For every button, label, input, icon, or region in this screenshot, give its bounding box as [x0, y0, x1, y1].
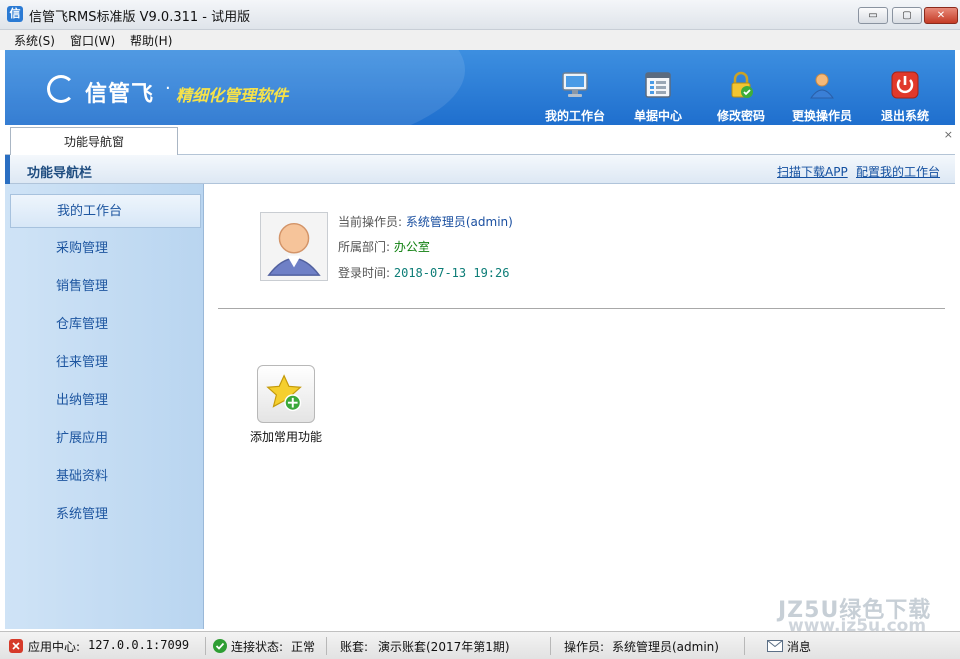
sidebar-item-system-admin[interactable]: 系统管理 — [10, 498, 201, 532]
avatar — [260, 212, 328, 281]
account-set-value: 演示账套(2017年第1期) — [378, 640, 510, 654]
operator-status-value: 系统管理员(admin) — [612, 640, 719, 654]
sidebar-item-accounts[interactable]: 往来管理 — [10, 346, 201, 380]
sidebar-item-sales[interactable]: 销售管理 — [10, 270, 201, 304]
connection-ok-icon — [213, 639, 227, 653]
window-title: 信管飞RMS标准版 V9.0.311 - 试用版 — [29, 10, 251, 25]
app-center-label: 应用中心: — [28, 640, 81, 654]
app-center-icon — [9, 639, 23, 653]
login-time-label: 登录时间: — [338, 266, 391, 280]
department-row: 所属部门: 办公室 — [338, 238, 430, 255]
sidebar-item-warehouse[interactable]: 仓库管理 — [10, 308, 201, 342]
document-list-icon — [645, 72, 671, 98]
status-separator — [550, 637, 551, 655]
operator-label: 当前操作员: — [338, 215, 403, 229]
app-logo-icon: 信 — [7, 6, 23, 22]
title-bar: 信 信管飞RMS标准版 V9.0.311 - 试用版 ▭ ▢ ✕ — [0, 0, 960, 30]
menu-system[interactable]: 系统(S) — [14, 32, 55, 49]
sidebar-item-cashier[interactable]: 出纳管理 — [10, 384, 201, 418]
maximize-button[interactable]: ▢ — [892, 7, 922, 24]
navigation-title: 功能导航栏 — [27, 166, 93, 181]
lock-icon — [731, 71, 753, 98]
status-separator — [326, 637, 327, 655]
user-icon — [810, 73, 834, 99]
brand-logo-icon — [47, 75, 75, 103]
operator-row: 当前操作员: 系统管理员(admin) — [338, 213, 513, 230]
brand-logo-text: 信管飞 — [85, 82, 155, 107]
login-time-value: 2018-07-13 19:26 — [393, 266, 510, 280]
content-divider — [218, 308, 945, 309]
close-tab-icon[interactable]: × — [944, 128, 953, 141]
sidebar: 我的工作台 采购管理 销售管理 仓库管理 往来管理 出纳管理 扩展应用 基础资料… — [5, 184, 204, 629]
menu-help[interactable]: 帮助(H) — [130, 32, 172, 49]
menu-bar: 系统(S) 窗口(W) 帮助(H) — [0, 30, 960, 50]
sidebar-item-extensions[interactable]: 扩展应用 — [10, 422, 201, 456]
toolbar-switch-operator-button[interactable]: 更换操作员 — [782, 70, 862, 124]
header-accent-bar — [5, 155, 10, 184]
sidebar-item-purchase[interactable]: 采购管理 — [10, 232, 201, 266]
add-favorite-label: 添加常用功能 — [249, 430, 322, 444]
brand-dot: · — [165, 78, 171, 99]
app-center-value: 127.0.0.1:7099 — [88, 638, 190, 652]
message-label[interactable]: 消息 — [787, 638, 811, 655]
status-separator — [744, 637, 745, 655]
toolbar-label: 修改密码 — [716, 109, 765, 123]
header-banner: 信管飞 · 精细化管理软件 我的工作台 单据中心 修改密码 更换操作员 退出系统 — [5, 50, 955, 125]
menu-window[interactable]: 窗口(W) — [70, 32, 115, 49]
brand-slogan: 精细化管理软件 — [176, 86, 289, 105]
status-bar: 应用中心: 127.0.0.1:7099 连接状态: 正常 账套: 演示账套(2… — [0, 631, 960, 659]
toolbar-label: 更换操作员 — [791, 109, 852, 123]
tab-strip: 功能导航窗 × — [5, 125, 955, 156]
toolbar-my-workbench-button[interactable]: 我的工作台 — [535, 70, 615, 124]
minimize-button[interactable]: ▭ — [858, 7, 888, 24]
connection-label: 连接状态: — [231, 640, 284, 654]
toolbar-document-center-button[interactable]: 单据中心 — [618, 70, 698, 124]
power-icon — [891, 71, 919, 99]
status-separator — [205, 637, 206, 655]
monitor-icon — [562, 72, 588, 97]
add-favorite-button[interactable] — [257, 365, 315, 423]
toolbar-change-password-button[interactable]: 修改密码 — [701, 70, 781, 124]
toolbar-label: 单据中心 — [633, 109, 682, 123]
toolbar-label: 我的工作台 — [544, 109, 605, 123]
close-button[interactable]: ✕ — [924, 7, 958, 24]
star-add-icon — [266, 374, 302, 412]
department-value: 办公室 — [393, 240, 430, 254]
tab-function-navigation[interactable]: 功能导航窗 — [10, 127, 178, 156]
connection-value: 正常 — [291, 640, 316, 654]
operator-value: 系统管理员(admin) — [405, 215, 513, 229]
scan-download-app-link[interactable]: 扫描下载APP — [777, 163, 848, 180]
toolbar-label: 退出系统 — [880, 109, 929, 123]
operator-status-label: 操作员: — [564, 640, 605, 654]
account-set-label: 账套: — [340, 640, 369, 654]
department-label: 所属部门: — [338, 240, 391, 254]
user-avatar-icon — [267, 222, 321, 276]
configure-workbench-link[interactable]: 配置我的工作台 — [856, 163, 940, 180]
login-time-row: 登录时间: 2018-07-13 19:26 — [338, 264, 509, 281]
navigation-header: 功能导航栏 扫描下载APP 配置我的工作台 — [5, 155, 955, 184]
sidebar-item-basic-data[interactable]: 基础资料 — [10, 460, 201, 494]
message-envelope-icon[interactable] — [767, 640, 783, 652]
toolbar-exit-system-button[interactable]: 退出系统 — [865, 70, 945, 124]
sidebar-item-my-workbench[interactable]: 我的工作台 — [10, 194, 201, 228]
